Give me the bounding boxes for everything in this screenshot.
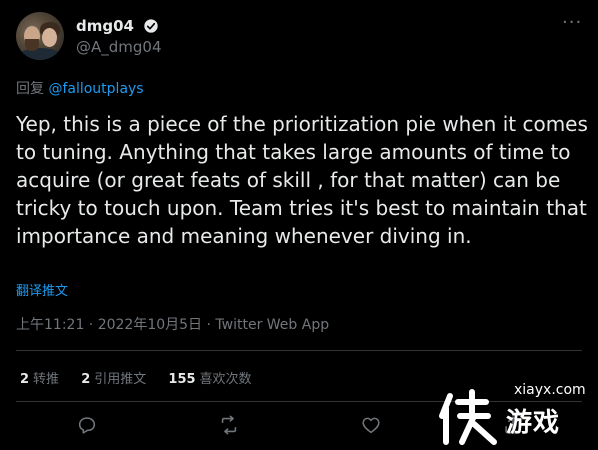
tweet-timestamp-meta[interactable]: 上午11:21 · 2022年10月5日 · Twitter Web App [16,314,329,334]
site-watermark: xiayx.com 游戏 [436,380,586,450]
likes-stat[interactable]: 155 喜欢次数 [168,372,251,387]
reply-icon[interactable] [76,414,98,436]
verified-badge-icon [144,18,158,33]
author-info[interactable]: dmg04 @A_dmg04 [76,15,162,56]
watermark-site: xiayx.com [514,382,586,398]
like-icon[interactable] [360,414,382,436]
reply-context: 回复 @falloutplays [16,78,144,98]
quotes-stat[interactable]: 2 引用推文 [81,372,146,387]
reply-prefix: 回复 [16,81,49,97]
translate-tweet-link[interactable]: 翻译推文 [16,280,68,299]
tweet-header: dmg04 @A_dmg04 ··· [16,12,582,60]
tweet-stats: 2 转推 2 引用推文 155 喜欢次数 [20,368,270,387]
author-display-name[interactable]: dmg04 [76,17,134,35]
retweets-stat[interactable]: 2 转推 [20,372,59,387]
watermark-text: 游戏 [506,408,561,438]
divider [16,350,582,351]
retweets-count: 2 [20,372,30,387]
more-options-icon[interactable]: ··· [562,14,582,36]
retweets-label: 转推 [33,372,60,387]
tweet-text: Yep, this is a piece of the prioritizati… [16,112,595,248]
author-handle[interactable]: @A_dmg04 [76,38,162,56]
likes-label: 喜欢次数 [199,372,252,387]
watermark-logo-icon [439,389,497,445]
retweet-icon[interactable] [218,414,240,436]
likes-count: 155 [168,372,196,387]
quotes-label: 引用推文 [94,372,147,387]
avatar[interactable] [16,12,64,60]
reply-mention-link[interactable]: @falloutplays [48,81,143,97]
quotes-count: 2 [81,372,91,387]
